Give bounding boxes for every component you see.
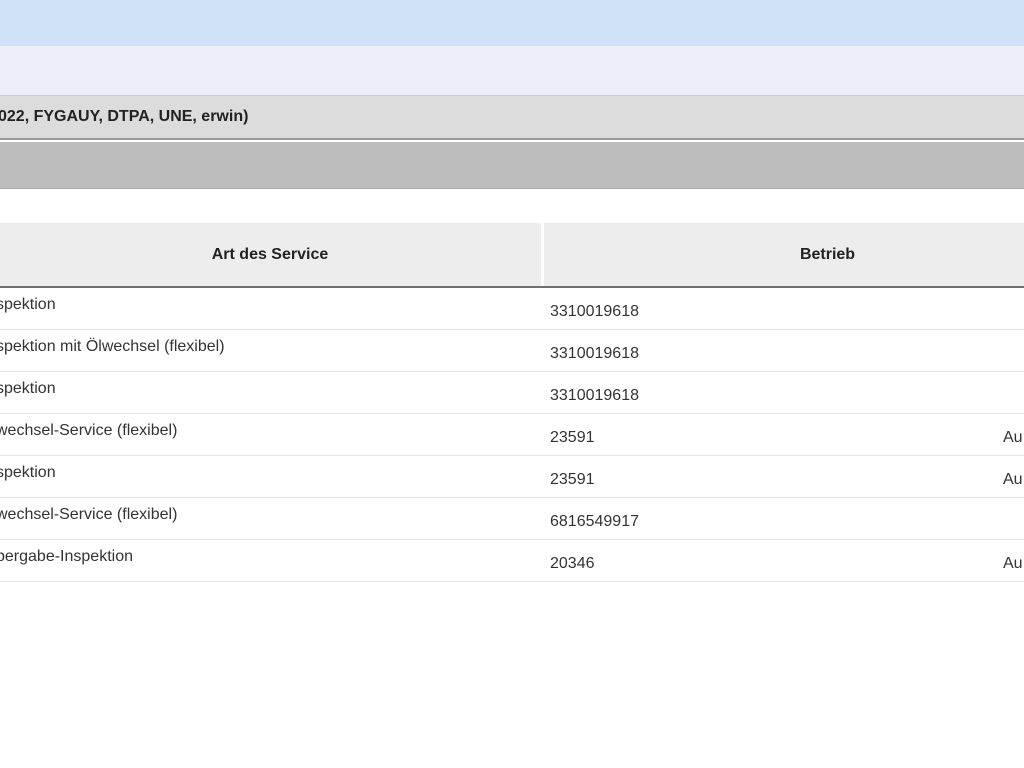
table-row[interactable]: spektion mit Ölwechsel (flexibel) 331001…: [0, 330, 1024, 372]
table-row[interactable]: spektion 3310019618: [0, 288, 1024, 330]
service-history-table: Art des Service Betrieb spektion 3310019…: [0, 223, 1024, 582]
table-row[interactable]: bergabe-Inspektion 20346 Au: [0, 540, 1024, 582]
cell-betrieb: 23591: [550, 429, 595, 446]
cell-service-type: spektion mit Ölwechsel (flexibel): [0, 338, 225, 355]
cell-extra: Au: [1003, 471, 1023, 488]
section-bar: [0, 142, 1024, 189]
table-row[interactable]: wechsel-Service (flexibel) 23591 Au: [0, 414, 1024, 456]
cell-betrieb: 3310019618: [550, 387, 639, 404]
vehicle-info-text: 022, FYGAUY, DTPA, UNE, erwin): [0, 108, 249, 125]
cell-betrieb: 3310019618: [550, 303, 639, 320]
cell-service-type: bergabe-Inspektion: [0, 548, 133, 565]
column-divider: [541, 223, 544, 286]
cell-betrieb: 6816549917: [550, 513, 639, 530]
cell-betrieb: 20346: [550, 555, 595, 572]
cell-service-type: wechsel-Service (flexibel): [0, 422, 178, 439]
cell-betrieb: 23591: [550, 471, 595, 488]
cell-extra: Au: [1003, 429, 1023, 446]
table-row[interactable]: spektion 23591 Au: [0, 456, 1024, 498]
vehicle-info-bar: 022, FYGAUY, DTPA, UNE, erwin): [0, 96, 1024, 140]
cell-service-type: spektion: [0, 380, 56, 397]
cell-betrieb: 3310019618: [550, 345, 639, 362]
cell-service-type: spektion: [0, 296, 56, 313]
column-header-betrieb[interactable]: Betrieb: [545, 223, 1024, 286]
table-header: Art des Service Betrieb: [0, 223, 1024, 288]
top-banner: [0, 0, 1024, 46]
table-row[interactable]: spektion 3310019618: [0, 372, 1024, 414]
column-header-service-type[interactable]: Art des Service: [0, 223, 540, 286]
table-row[interactable]: wechsel-Service (flexibel) 6816549917: [0, 498, 1024, 540]
cell-extra: Au: [1003, 555, 1023, 572]
cell-service-type: wechsel-Service (flexibel): [0, 506, 178, 523]
cell-service-type: spektion: [0, 464, 56, 481]
toolbar-band: [0, 46, 1024, 96]
